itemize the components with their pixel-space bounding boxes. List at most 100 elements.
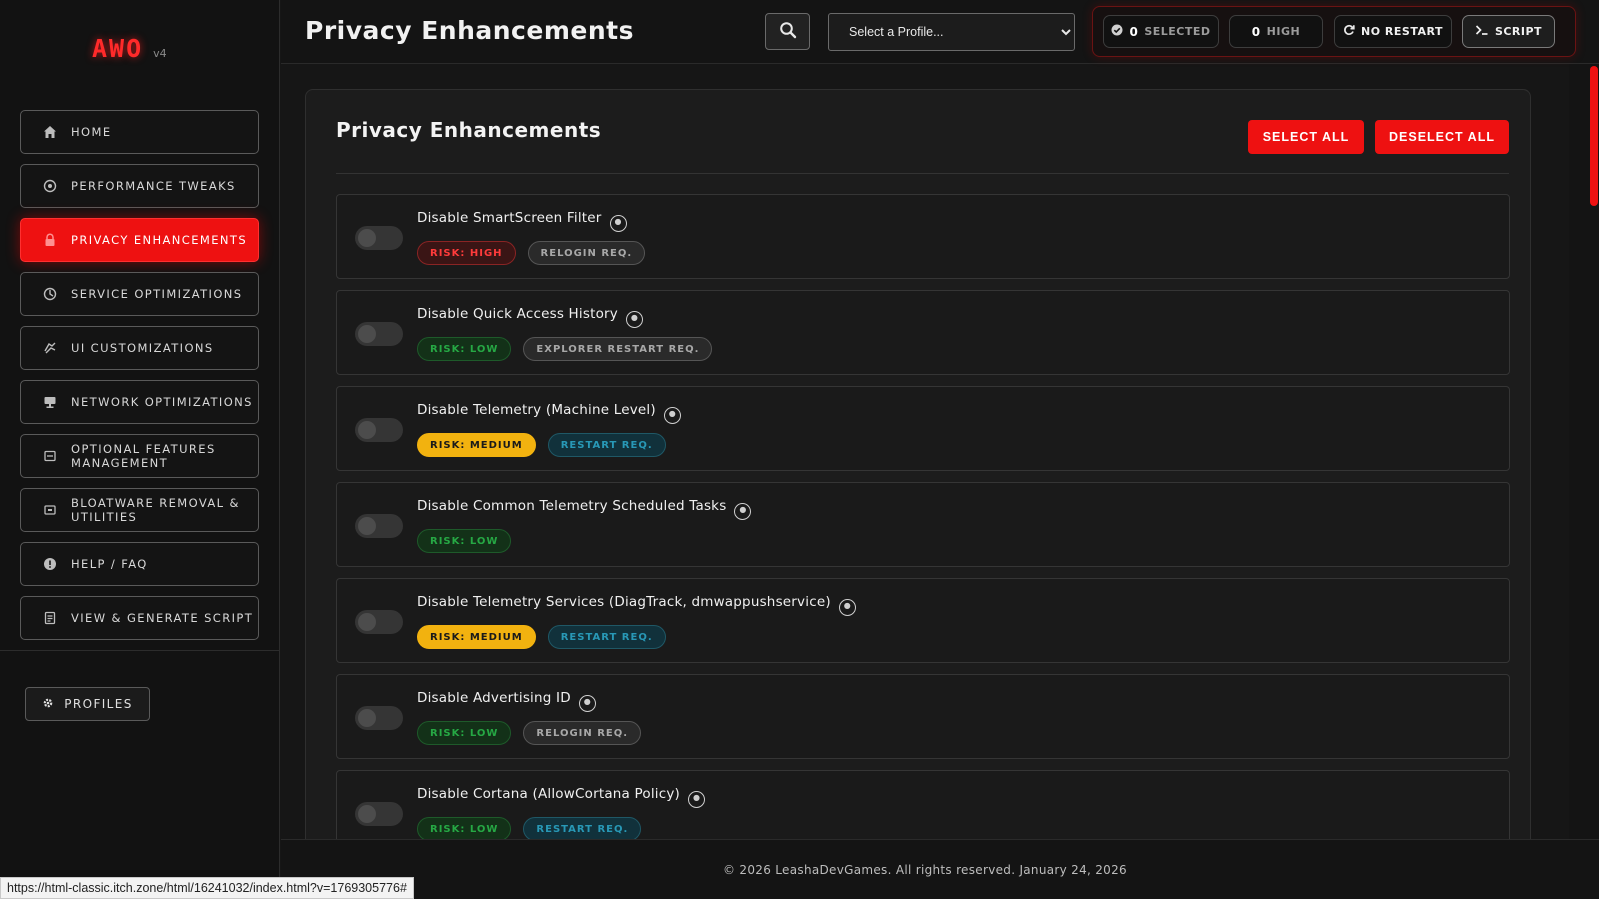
info-icon[interactable]: ● — [609, 215, 627, 232]
tweak-row: Disable Advertising ID ● RISK: LOW RELOGI… — [336, 674, 1510, 759]
tweak-toggle[interactable] — [355, 514, 403, 538]
tweak-row: Disable Quick Access History ● RISK: LOW … — [336, 290, 1510, 375]
script-file-icon — [43, 611, 57, 625]
section-title: Privacy Enhancements — [336, 118, 602, 142]
toggle-knob — [358, 517, 376, 535]
status-summary: 0 SELECTED 0 HIGH NO RESTART SCRIPT — [1092, 6, 1576, 57]
gauge-icon — [43, 179, 57, 193]
tweak-list: Disable SmartScreen Filter ● RISK: HIGH R… — [336, 194, 1510, 839]
sidebar-item-label: BLOATWARE REMOVAL & UTILITIES — [71, 496, 240, 524]
sidebar-nav: HOME PERFORMANCE TWEAKS PRIVACY ENHANCEM… — [20, 110, 259, 650]
profiles-button[interactable]: PROFILES — [25, 687, 150, 721]
app-window: AWO v4 HOME PERFORMANCE TWEAKS PRIVACY E… — [0, 0, 1599, 899]
sidebar-item-help-faq[interactable]: HELP / FAQ — [20, 542, 259, 586]
sidebar-divider — [0, 650, 280, 651]
tweak-name-text: Disable Cortana (AllowCortana Policy) — [417, 786, 681, 802]
features-icon — [43, 449, 57, 463]
info-icon[interactable]: ● — [838, 599, 856, 616]
sidebar-item-ui-customizations[interactable]: UI CUSTOMIZATIONS — [20, 326, 259, 370]
restart-status-pill: NO RESTART — [1334, 15, 1452, 48]
tweak-name: Disable Common Telemetry Scheduled Tasks… — [417, 498, 752, 520]
script-button[interactable]: SCRIPT — [1462, 15, 1555, 48]
sidebar-item-home[interactable]: HOME — [20, 110, 259, 154]
refresh-icon — [1343, 24, 1355, 39]
tweak-toggle[interactable] — [355, 610, 403, 634]
sidebar-item-optional-features[interactable]: OPTIONAL FEATURES MANAGEMENT — [20, 434, 259, 478]
search-icon — [779, 21, 797, 43]
restart-status-label: NO RESTART — [1361, 25, 1443, 38]
requirement-badge: RESTART REQ. — [523, 817, 642, 839]
sidebar-item-bloatware-removal[interactable]: BLOATWARE REMOVAL & UTILITIES — [20, 488, 259, 532]
sidebar-item-label: SERVICE OPTIMIZATIONS — [71, 287, 243, 301]
info-icon[interactable]: ● — [688, 791, 706, 808]
scrollbar-thumb[interactable] — [1590, 66, 1598, 206]
tweak-row: Disable Telemetry Services (DiagTrack, d… — [336, 578, 1510, 663]
high-count: 0 — [1251, 24, 1261, 39]
tweak-row: Disable SmartScreen Filter ● RISK: HIGH R… — [336, 194, 1510, 279]
tweak-name: Disable Quick Access History ● — [417, 306, 643, 328]
selected-label: SELECTED — [1144, 25, 1211, 38]
select-all-button[interactable]: SELECT ALL — [1248, 120, 1364, 154]
toggle-knob — [358, 325, 376, 343]
tweak-toggle[interactable] — [355, 706, 403, 730]
risk-badge: RISK: MEDIUM — [417, 433, 536, 457]
logo-text: AWO — [92, 34, 144, 63]
script-button-label: SCRIPT — [1494, 25, 1543, 38]
sidebar: AWO v4 HOME PERFORMANCE TWEAKS PRIVACY E… — [0, 0, 280, 899]
requirement-badge: EXPLORER RESTART REQ. — [523, 337, 713, 361]
info-icon[interactable]: ● — [625, 311, 643, 328]
footer-copyright: © 2026 LeashaDevGames. All rights reserv… — [723, 863, 1127, 877]
sidebar-item-network-optimizations[interactable]: NETWORK OPTIMIZATIONS — [20, 380, 259, 424]
tweak-toggle[interactable] — [355, 322, 403, 346]
tweak-name-text: Disable SmartScreen Filter — [417, 210, 602, 226]
sidebar-item-performance-tweaks[interactable]: PERFORMANCE TWEAKS — [20, 164, 259, 208]
logo-version: v4 — [153, 47, 167, 60]
bloatware-icon — [43, 503, 57, 517]
main-scrollbar[interactable] — [1569, 64, 1599, 839]
profile-select[interactable]: Select a Profile... — [828, 13, 1075, 51]
sidebar-item-view-generate-script[interactable]: VIEW & GENERATE SCRIPT — [20, 596, 259, 640]
sidebar-item-label: UI CUSTOMIZATIONS — [71, 341, 214, 355]
risk-badge: RISK: LOW — [417, 721, 512, 745]
section-divider — [336, 173, 1509, 174]
browser-status-url: https://html-classic.itch.zone/html/1624… — [0, 877, 414, 899]
selected-count: 0 — [1129, 24, 1139, 39]
requirement-badge: RESTART REQ. — [547, 625, 666, 649]
sidebar-item-label: NETWORK OPTIMIZATIONS — [71, 395, 253, 409]
tweak-tags: RISK: LOW RELOGIN REQ. — [417, 721, 642, 745]
toggle-knob — [358, 805, 376, 823]
main-content: Privacy Enhancements SELECT ALL DESELECT… — [281, 64, 1569, 839]
selected-count-pill: 0 SELECTED — [1103, 15, 1219, 48]
info-icon[interactable]: ● — [663, 407, 681, 424]
high-risk-count-pill: 0 HIGH — [1229, 15, 1323, 48]
tweak-name-text: Disable Quick Access History — [417, 306, 618, 322]
gear-icon — [42, 697, 54, 712]
tweak-tags: RISK: LOW — [417, 529, 512, 553]
risk-badge: RISK: LOW — [417, 529, 512, 553]
tweak-row: Disable Common Telemetry Scheduled Tasks… — [336, 482, 1510, 567]
tweak-toggle[interactable] — [355, 226, 403, 250]
high-label: HIGH — [1266, 25, 1301, 38]
sidebar-item-label: HELP / FAQ — [71, 557, 148, 571]
sidebar-item-label: PERFORMANCE TWEAKS — [71, 179, 236, 193]
tweak-name-text: Disable Telemetry (Machine Level) — [417, 402, 656, 418]
search-button[interactable] — [765, 13, 810, 50]
info-icon[interactable]: ● — [578, 695, 596, 712]
sidebar-item-privacy-enhancements[interactable]: PRIVACY ENHANCEMENTS — [20, 218, 259, 262]
paint-icon — [43, 341, 57, 355]
tweak-tags: RISK: MEDIUM RESTART REQ. — [417, 433, 666, 457]
sidebar-item-service-optimizations[interactable]: SERVICE OPTIMIZATIONS — [20, 272, 259, 316]
tweak-name: Disable Cortana (AllowCortana Policy) ● — [417, 786, 706, 808]
lock-icon — [43, 233, 57, 247]
sidebar-item-label: HOME — [71, 125, 112, 139]
privacy-card: Privacy Enhancements SELECT ALL DESELECT… — [305, 89, 1531, 839]
profiles-button-label: PROFILES — [64, 697, 133, 711]
risk-badge: RISK: MEDIUM — [417, 625, 536, 649]
deselect-all-button[interactable]: DESELECT ALL — [1375, 120, 1509, 154]
cog-icon — [43, 287, 57, 301]
tweak-toggle[interactable] — [355, 802, 403, 826]
info-icon[interactable]: ● — [734, 503, 752, 520]
risk-badge: RISK: LOW — [417, 817, 512, 839]
requirement-badge: RELOGIN REQ. — [527, 241, 646, 265]
tweak-toggle[interactable] — [355, 418, 403, 442]
